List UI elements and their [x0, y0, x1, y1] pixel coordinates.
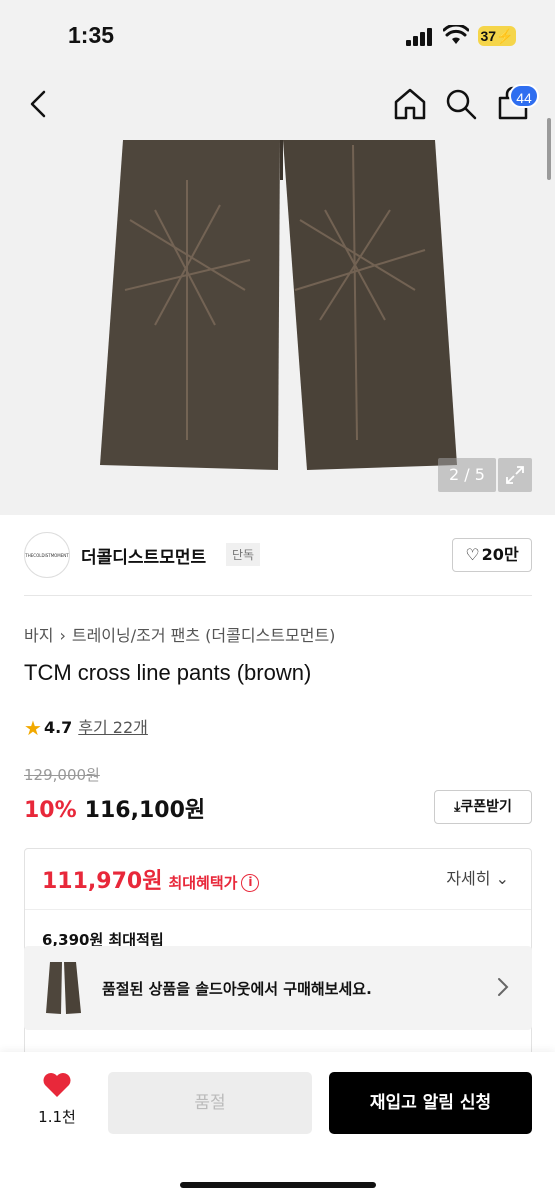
- status-bar: 1:35 37⚡: [0, 0, 555, 70]
- battery-indicator: 37⚡: [478, 26, 516, 46]
- coupon-button[interactable]: ⤓쿠폰받기: [434, 790, 532, 824]
- chevron-right-icon: [498, 978, 509, 996]
- brand-logo[interactable]: THECOLDISTMOMENT: [24, 532, 70, 578]
- rating: ★ 4.7 후기 22개: [24, 714, 148, 740]
- heart-outline-icon: ♡: [465, 545, 480, 564]
- status-time: 1:35: [68, 22, 115, 48]
- breadcrumb-subcategory[interactable]: 트레이닝/조거 팬츠 (더콜디스트모먼트): [72, 626, 336, 645]
- product-gallery[interactable]: 2 / 5: [0, 70, 555, 515]
- expand-icon[interactable]: [498, 458, 532, 492]
- breadcrumb-category[interactable]: 바지: [24, 626, 53, 645]
- brand-row[interactable]: THECOLDISTMOMENT 더콜디스트모먼트 단독 ♡ 20만: [24, 530, 532, 582]
- price-row: 10% 116,100원: [24, 792, 205, 824]
- soldout-banner[interactable]: 품절된 상품을 솔드아웃에서 구매해보세요.: [24, 946, 532, 1030]
- brand-name[interactable]: 더콜디스트모먼트: [81, 543, 206, 568]
- benefit-detail-toggle[interactable]: 자세히 ⌄: [446, 865, 509, 889]
- wifi-icon: [443, 25, 469, 44]
- product-thumbnail: [46, 962, 81, 1014]
- soldout-button: 품절: [108, 1072, 312, 1134]
- restock-alert-button[interactable]: 재입고 알림 신청: [329, 1072, 532, 1134]
- bottom-action-bar: 1.1천 품절 재입고 알림 신청: [0, 1052, 555, 1200]
- divider: [24, 595, 532, 596]
- cellular-signal-icon: [406, 28, 434, 46]
- cart-count-badge: 44: [509, 84, 539, 108]
- scrollbar[interactable]: [547, 118, 551, 180]
- chevron-down-icon: ⌄: [495, 869, 509, 888]
- star-icon: ★: [24, 716, 42, 740]
- brand-like-count: 20만: [481, 545, 519, 564]
- info-icon[interactable]: i: [241, 874, 260, 892]
- divider: [25, 909, 531, 910]
- review-link[interactable]: 후기 22개: [78, 718, 148, 737]
- heart-filled-icon: [43, 1073, 71, 1097]
- chevron-right-icon: ›: [59, 626, 66, 645]
- product-image: [100, 140, 457, 470]
- product-title: TCM cross line pants (brown): [24, 660, 312, 685]
- rating-score: 4.7: [43, 718, 73, 737]
- home-icon[interactable]: [392, 86, 428, 122]
- max-benefit-price: 111,970원 최대혜택가 i: [42, 863, 260, 895]
- search-icon[interactable]: [443, 86, 479, 122]
- image-counter: 2 / 5: [438, 458, 496, 492]
- exclusive-badge: 단독: [226, 543, 261, 566]
- original-price: 129,000원: [24, 766, 100, 784]
- like-count: 1.1천: [38, 1108, 76, 1126]
- like-button[interactable]: 1.1천: [34, 1072, 80, 1127]
- sale-price: 116,100원: [84, 798, 206, 823]
- brand-like-button[interactable]: ♡ 20만: [452, 538, 532, 572]
- breadcrumb: 바지 › 트레이닝/조거 팬츠 (더콜디스트모먼트): [24, 622, 335, 646]
- back-icon[interactable]: [24, 88, 56, 120]
- home-indicator: [180, 1182, 376, 1188]
- discount-rate: 10%: [24, 798, 77, 823]
- soldout-banner-text: 품절된 상품을 솔드아웃에서 구매해보세요.: [102, 980, 372, 998]
